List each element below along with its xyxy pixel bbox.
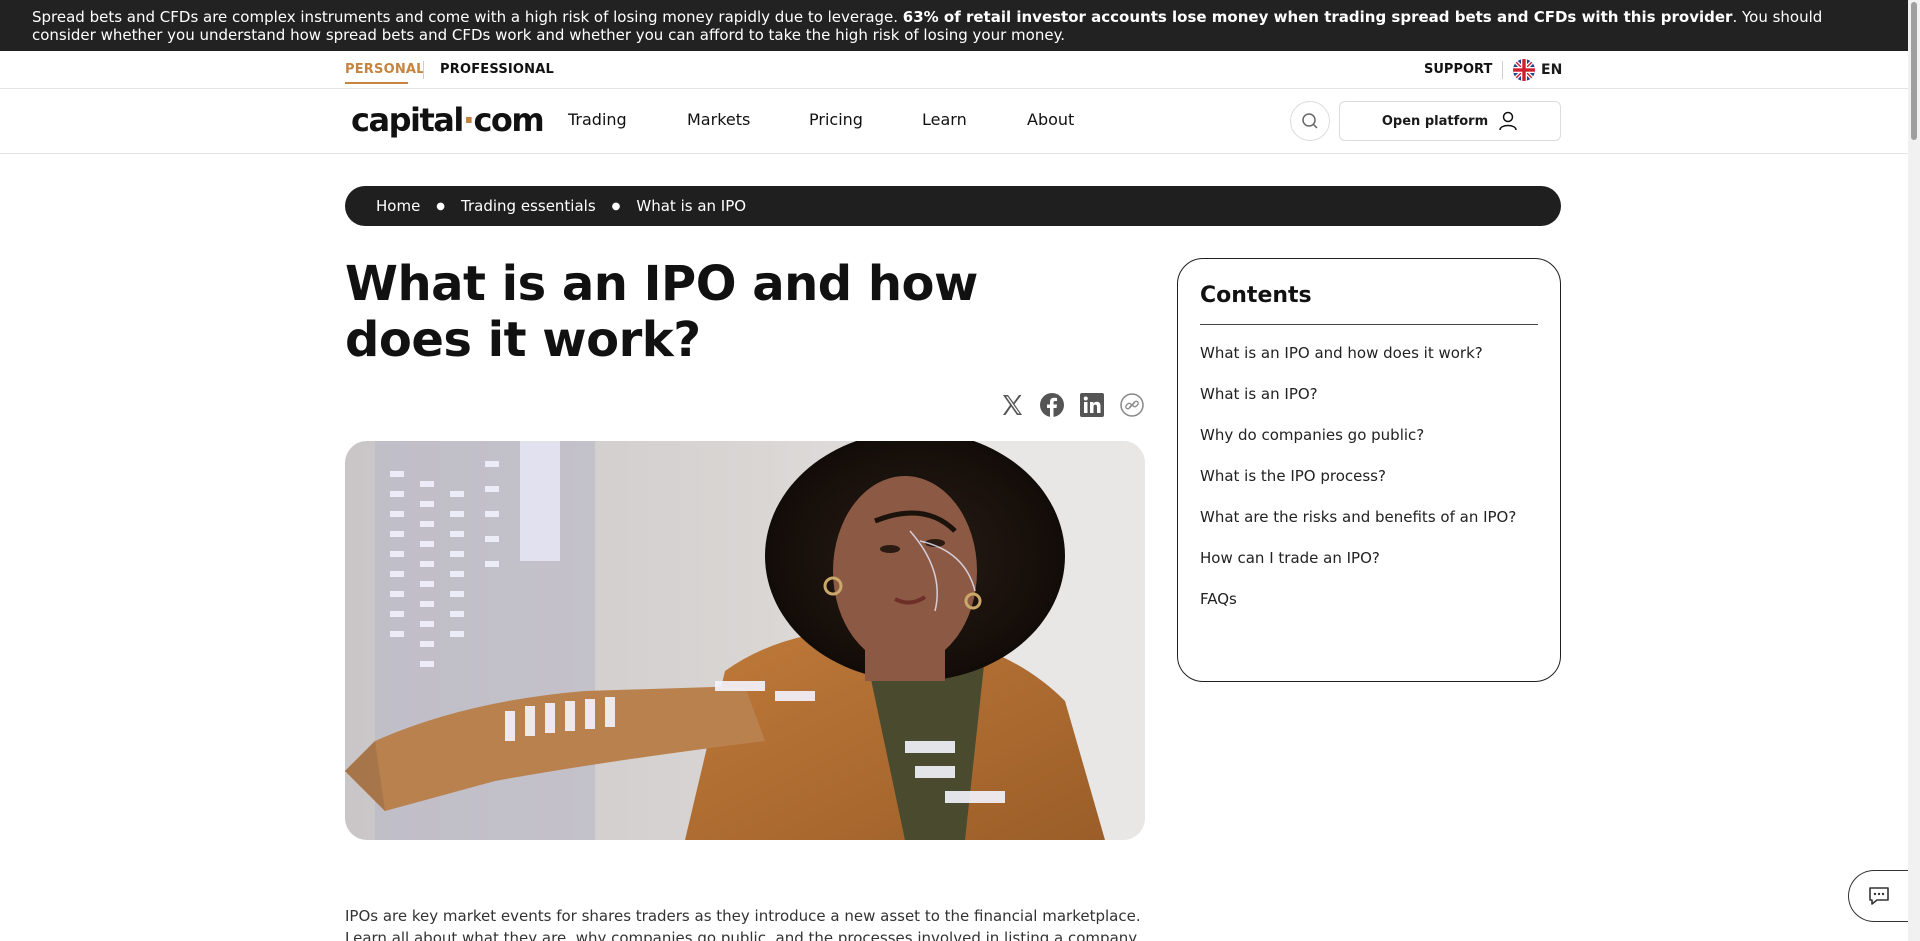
segment-divider xyxy=(423,61,424,79)
risk-text-bold: 63% of retail investor accounts lose mon… xyxy=(902,8,1733,26)
breadcrumb-separator: ● xyxy=(611,200,621,212)
toc-item[interactable]: What is an IPO? xyxy=(1200,386,1538,403)
x-icon[interactable] xyxy=(999,392,1025,418)
toc-item[interactable]: What is the IPO process? xyxy=(1200,468,1538,485)
table-of-contents: Contents What is an IPO and how does it … xyxy=(1177,258,1561,682)
nav-trading[interactable]: Trading xyxy=(568,110,627,129)
segment-bar: PERSONAL PROFESSIONAL SUPPORT EN xyxy=(0,51,1908,89)
capital-com-logo[interactable]: capital·com xyxy=(351,101,545,139)
language-label: EN xyxy=(1541,62,1563,78)
breadcrumb-home[interactable]: Home xyxy=(376,197,420,215)
open-platform-label: Open platform xyxy=(1381,113,1489,129)
copy-link-icon[interactable] xyxy=(1119,392,1145,418)
breadcrumb-separator: ● xyxy=(436,200,446,212)
logo-dot: · xyxy=(462,101,475,139)
page-title: What is an IPO and how does it work? xyxy=(345,256,978,368)
nav-learn[interactable]: Learn xyxy=(922,110,967,129)
risk-warning-banner: Spread bets and CFDs are complex instrum… xyxy=(0,0,1908,51)
active-segment-underline xyxy=(345,82,408,84)
toc-item[interactable]: How can I trade an IPO? xyxy=(1200,550,1538,567)
page-scrollbar[interactable] xyxy=(1908,0,1920,941)
logo-text-right: com xyxy=(473,101,544,139)
toc-item[interactable]: FAQs xyxy=(1200,591,1538,608)
nav-pricing[interactable]: Pricing xyxy=(809,110,863,129)
share-buttons xyxy=(999,392,1145,418)
breadcrumb: Home ● Trading essentials ● What is an I… xyxy=(345,186,1561,226)
uk-flag-icon xyxy=(1513,59,1535,81)
language-divider xyxy=(1502,61,1503,79)
hero-image xyxy=(345,441,1145,840)
breadcrumb-current: What is an IPO xyxy=(636,197,747,215)
linkedin-icon[interactable] xyxy=(1079,392,1105,418)
breadcrumb-trading-essentials[interactable]: Trading essentials xyxy=(461,197,596,215)
scrollbar-thumb[interactable] xyxy=(1911,2,1917,140)
nav-markets[interactable]: Markets xyxy=(687,110,750,129)
support-link[interactable]: SUPPORT xyxy=(1424,62,1492,77)
user-icon xyxy=(1499,111,1517,131)
search-button[interactable] xyxy=(1290,101,1330,141)
main-navigation: capital·com Trading Markets Pricing Lear… xyxy=(0,89,1908,154)
open-platform-button[interactable]: Open platform xyxy=(1339,101,1561,141)
professional-link[interactable]: PROFESSIONAL xyxy=(440,62,554,77)
personal-link[interactable]: PERSONAL xyxy=(345,62,425,77)
chat-icon xyxy=(1868,887,1889,905)
search-icon xyxy=(1302,113,1318,129)
toc-title: Contents xyxy=(1200,283,1538,325)
facebook-icon[interactable] xyxy=(1039,392,1065,418)
toc-item[interactable]: Why do companies go public? xyxy=(1200,427,1538,444)
logo-text-left: capital xyxy=(351,101,464,139)
toc-item[interactable]: What is an IPO and how does it work? xyxy=(1200,345,1538,362)
risk-text-start: Spread bets and CFDs are complex instrum… xyxy=(32,8,903,26)
language-picker[interactable]: EN xyxy=(1513,59,1562,81)
nav-about[interactable]: About xyxy=(1027,110,1074,129)
article-intro: IPOs are key market events for shares tr… xyxy=(345,907,1141,941)
chat-button[interactable] xyxy=(1848,870,1908,922)
toc-item[interactable]: What are the risks and benefits of an IP… xyxy=(1200,509,1538,526)
